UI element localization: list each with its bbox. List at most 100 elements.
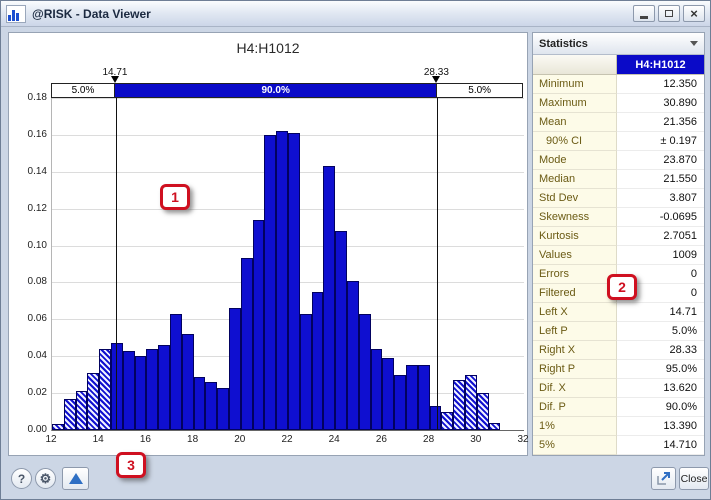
stat-value: 13.620	[617, 379, 704, 398]
stat-value: 30.890	[617, 94, 704, 113]
histogram-bar	[288, 133, 300, 430]
histogram-bar	[264, 135, 276, 430]
right-delimiter-line[interactable]	[437, 98, 438, 430]
stat-label: 5%	[533, 436, 617, 455]
stat-label: Mode	[533, 151, 617, 170]
histogram-bar	[394, 375, 406, 430]
stats-column-name: H4:H1012	[617, 55, 704, 74]
stats-corner-cell	[533, 55, 617, 74]
stats-row: Median21.550	[533, 170, 704, 189]
histogram-bar	[323, 166, 335, 430]
histogram-bar	[52, 424, 64, 430]
annotation-callout-3: 3	[116, 452, 146, 478]
annotation-callout-2: 2	[607, 274, 637, 300]
left-tail-percent: 5.0%	[51, 83, 115, 98]
y-axis-label: 0.06	[13, 313, 47, 324]
stat-label: Minimum	[533, 75, 617, 94]
x-axis-label: 16	[132, 434, 158, 445]
stats-row: Right P95.0%	[533, 360, 704, 379]
histogram-bar	[347, 281, 359, 430]
histogram-bar	[205, 382, 217, 430]
histogram-bar	[335, 231, 347, 430]
stats-row: Kurtosis2.7051	[533, 227, 704, 246]
stat-label: Left P	[533, 322, 617, 341]
chevron-down-icon	[690, 41, 698, 46]
histogram-bar	[453, 380, 465, 430]
export-button[interactable]	[651, 467, 676, 490]
right-delimiter-handle[interactable]	[432, 76, 440, 83]
stats-table: Minimum12.350Maximum30.890Mean21.35690% …	[533, 75, 704, 456]
stat-label: 90% CI	[533, 132, 617, 151]
histogram-bar	[382, 358, 394, 430]
stats-row: 90% CI± 0.197	[533, 132, 704, 151]
stats-row: Mode23.870	[533, 151, 704, 170]
window-title: @RISK - Data Viewer	[32, 7, 630, 21]
stat-label: Right X	[533, 341, 617, 360]
stat-value: 1009	[617, 246, 704, 265]
stat-label: 10%	[533, 455, 617, 456]
maximize-icon	[665, 10, 673, 17]
x-axis-label: 24	[321, 434, 347, 445]
histogram-bar	[477, 393, 489, 430]
stat-value: 21.356	[617, 113, 704, 132]
histogram-bar	[359, 314, 371, 430]
graph-options-button[interactable]	[62, 467, 89, 490]
stat-label: Filtered	[533, 284, 617, 303]
x-axis-label: 18	[180, 434, 206, 445]
x-axis-label: 12	[38, 434, 64, 445]
x-axis-label: 26	[368, 434, 394, 445]
probability-band: 5.0% 90.0% 5.0%	[51, 83, 523, 98]
chart-title: H4:H1012	[9, 40, 527, 56]
close-icon: ×	[690, 6, 698, 21]
histogram-bar	[99, 349, 111, 430]
stat-label: Values	[533, 246, 617, 265]
histogram-bar	[406, 365, 418, 430]
y-axis-label: 0.08	[13, 276, 47, 287]
stat-value: 14.710	[617, 436, 704, 455]
annotation-callout-1: 1	[160, 184, 190, 210]
statistics-dropdown-label: Statistics	[539, 38, 588, 50]
statistics-dropdown[interactable]: Statistics	[533, 33, 704, 55]
histogram-bar	[229, 308, 241, 430]
y-axis-label: 0.04	[13, 350, 47, 361]
stat-label: Std Dev	[533, 189, 617, 208]
stats-row: Dif. P90.0%	[533, 398, 704, 417]
stat-label: Left X	[533, 303, 617, 322]
histogram-icon	[69, 473, 83, 484]
titlebar[interactable]: @RISK - Data Viewer ×	[1, 1, 710, 27]
histogram-bar	[371, 349, 383, 430]
stats-row: Maximum30.890	[533, 94, 704, 113]
stat-value: 12.350	[617, 75, 704, 94]
histogram-bar	[146, 349, 158, 430]
maximize-button[interactable]	[658, 5, 680, 22]
stats-column-header: H4:H1012	[533, 55, 704, 75]
y-axis-label: 0.10	[13, 240, 47, 251]
close-window-button[interactable]: ×	[683, 5, 705, 22]
stats-row: Mean21.356	[533, 113, 704, 132]
gridline	[52, 98, 524, 99]
help-icon: ?	[18, 472, 25, 486]
left-delimiter-line[interactable]	[116, 98, 117, 430]
right-tail-percent: 5.0%	[436, 83, 523, 98]
close-button[interactable]: Close	[679, 467, 709, 490]
stats-row: Std Dev3.807	[533, 189, 704, 208]
stat-value: 28.33	[617, 341, 704, 360]
gear-icon: ⚙	[40, 471, 52, 487]
left-delimiter-handle[interactable]	[111, 76, 119, 83]
app-icon	[6, 5, 26, 23]
y-axis-label: 0.02	[13, 387, 47, 398]
histogram-bar	[135, 356, 147, 430]
histogram-bar	[441, 412, 453, 430]
stats-row: 10%16.400	[533, 455, 704, 456]
y-axis-label: 0.16	[13, 129, 47, 140]
stat-label: Median	[533, 170, 617, 189]
histogram-bar	[312, 292, 324, 430]
stats-row: Dif. X13.620	[533, 379, 704, 398]
stat-label: Dif. P	[533, 398, 617, 417]
histogram-bar	[253, 220, 265, 430]
export-icon	[656, 471, 671, 486]
help-button[interactable]: ?	[11, 468, 32, 489]
x-axis-label: 20	[227, 434, 253, 445]
settings-button[interactable]: ⚙	[35, 468, 56, 489]
minimize-button[interactable]	[633, 5, 655, 22]
